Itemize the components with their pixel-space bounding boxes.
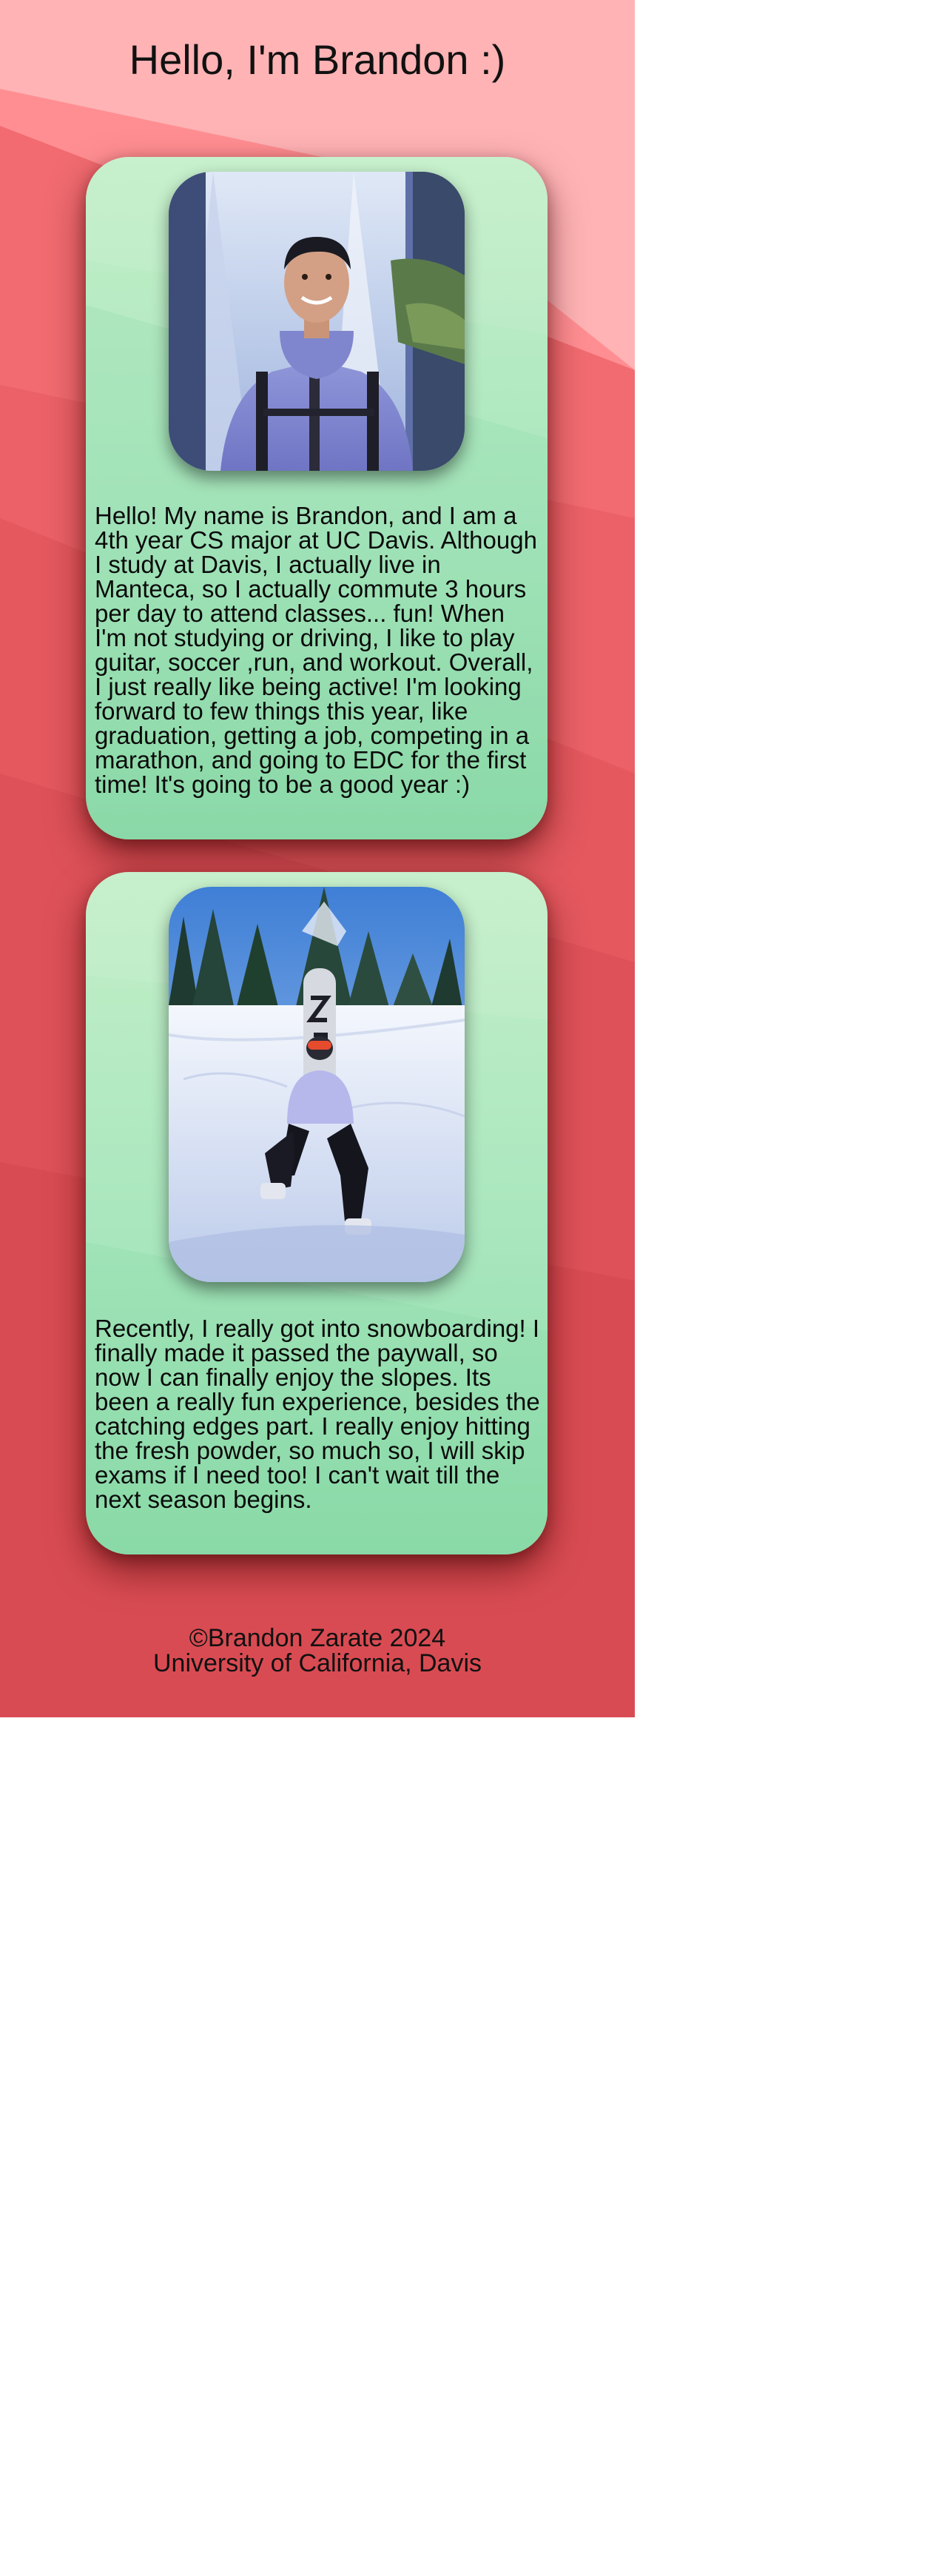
- footer: ©Brandon Zarate 2024 University of Calif…: [0, 1626, 635, 1676]
- about-text: Hello! My name is Brandon, and I am a 4t…: [95, 502, 537, 798]
- copyright-text: ©Brandon Zarate 2024: [189, 1624, 446, 1652]
- snow-scene-image: [169, 887, 465, 1282]
- snowboarding-card: Recently, I really got into snowboarding…: [86, 872, 548, 1554]
- school-text: University of California, Davis: [152, 1649, 482, 1677]
- snowboarding-photo: [169, 887, 465, 1282]
- snowboarding-text: Recently, I really got into snowboarding…: [95, 1315, 540, 1513]
- profile-photo: [169, 172, 465, 471]
- page-background: Hello, I'm Brandon :) Hello! My name is …: [0, 0, 635, 1717]
- page-title: Hello, I'm Brandon :): [129, 36, 506, 83]
- about-card: Hello! My name is Brandon, and I am a 4t…: [86, 157, 548, 839]
- waterfall-portrait-image: [169, 172, 465, 471]
